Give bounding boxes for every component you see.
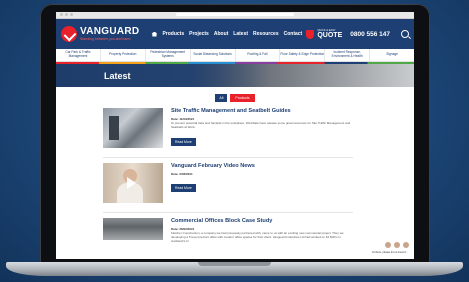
article-summary: To prevent potential risks and hazards i… [171,121,351,129]
nav-latest[interactable]: Latest [233,31,248,37]
nav-products[interactable]: Products [162,31,184,37]
category-car-park[interactable]: Car Park & Traffic Management [56,49,101,61]
category-nav: Car Park & Traffic Management Property P… [56,49,414,62]
article-thumbnail[interactable] [103,218,163,240]
phone-number[interactable]: 0800 556 147 [350,31,390,38]
laptop-screen: VANGUARD Standing between you and harm P… [56,12,414,259]
read-more-button[interactable]: Read More [171,184,196,192]
category-property[interactable]: Property Protection [101,49,146,61]
article-summary: Fletcher Construction, a company we had … [171,231,344,243]
chat-avatars [384,241,410,249]
nav-resources[interactable]: Resources [253,31,279,37]
article-title[interactable]: Vanguard February Video News [171,163,353,169]
article-list: Site Traffic Management and Seatbelt Gui… [56,108,414,259]
logo-tagline: Standing between you and harm [80,37,131,41]
article-date: Date: 2/03/2021 [171,172,193,176]
category-roofing[interactable]: Roofing & Fall [236,49,281,61]
nav-contact[interactable]: Contact [284,31,303,37]
hero-banner: Latest [56,64,414,87]
search-icon[interactable] [401,30,409,38]
nav-projects[interactable]: Projects [189,31,209,37]
laptop-notch [198,262,271,266]
article-thumbnail[interactable] [103,108,163,148]
quote-shield-icon [306,29,315,39]
filter-all-button[interactable]: All [215,94,228,102]
logo-name: VANGUARD [80,26,140,37]
page-title: Latest [104,70,131,81]
logo-shield-icon [61,26,77,42]
play-icon[interactable] [127,177,136,189]
chat-widget[interactable]: Hi there, please let us know if... [369,241,410,255]
article-title[interactable]: Commercial Offices Block Case Study [171,218,353,224]
main-nav: Products Projects About Latest Resources… [151,31,302,37]
window-controls[interactable] [60,13,73,16]
filter-bar: All Products [56,94,414,102]
browser-bar [56,12,414,19]
category-pedestrian[interactable]: Pedestrian Management Systems [146,49,191,61]
category-social-distancing[interactable]: Social Distancing Solutions [191,49,236,61]
chat-message[interactable]: Hi there, please let us know if... [369,250,410,255]
category-floor-safety[interactable]: Floor Safety & Edge Protection [280,49,326,61]
filter-products-button[interactable]: Products [230,94,255,102]
list-item: Vanguard February Video News Date: 2/03/… [103,163,353,213]
site-logo[interactable]: VANGUARD Standing between you and harm [61,26,139,42]
nav-about[interactable]: About [214,31,228,37]
address-bar[interactable] [176,13,294,16]
article-title[interactable]: Site Traffic Management and Seatbelt Gui… [171,108,353,114]
home-icon[interactable] [151,31,158,37]
category-incident-response[interactable]: Incident Response, Environment & Health [325,49,371,61]
list-item: Site Traffic Management and Seatbelt Gui… [103,108,353,158]
list-item: Commercial Offices Block Case Study Date… [103,218,353,259]
site-header: VANGUARD Standing between you and harm P… [56,19,414,49]
quote-label: QUOTE [317,32,343,39]
category-signage[interactable]: Signage [370,49,414,61]
article-thumbnail[interactable] [103,163,163,203]
read-more-button[interactable]: Read More [171,137,196,146]
quote-button[interactable]: QUICK & EASY QUOTE [306,29,342,39]
